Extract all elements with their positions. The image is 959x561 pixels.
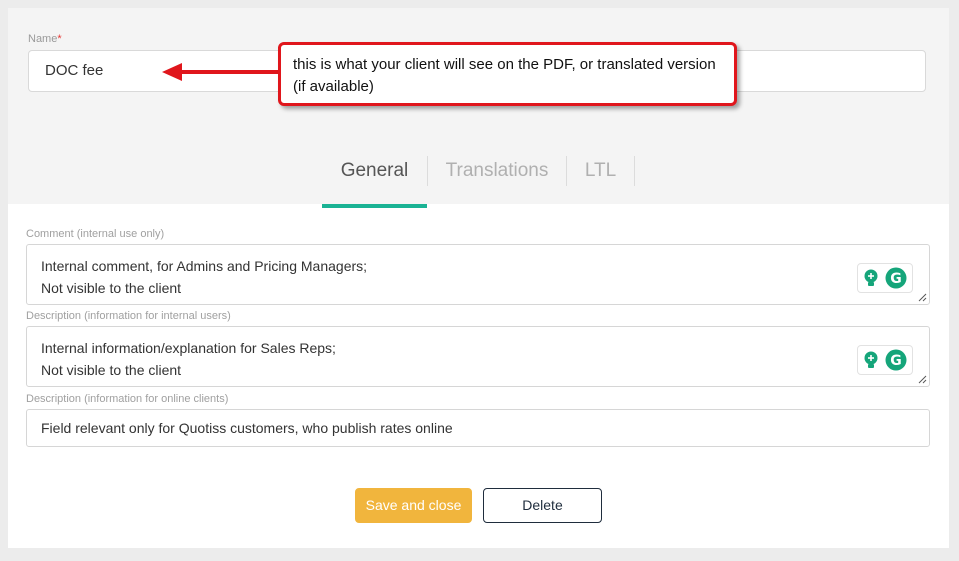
grammarly-widget[interactable]: G	[857, 263, 913, 293]
delete-button[interactable]: Delete	[483, 488, 602, 523]
tab-ltl[interactable]: LTL	[567, 154, 634, 208]
header-area: Name* DOC fee this is what your client w…	[8, 8, 949, 208]
tab-translations[interactable]: Translations	[428, 154, 566, 208]
tab-general[interactable]: General	[322, 154, 427, 208]
lightbulb-icon[interactable]	[863, 351, 879, 369]
tab-bar: General Translations LTL	[322, 154, 635, 208]
svg-text:G: G	[890, 353, 902, 369]
resize-handle-icon[interactable]	[918, 375, 927, 384]
svg-text:G: G	[890, 271, 902, 287]
annotation-callout: this is what your client will see on the…	[278, 42, 737, 106]
arrow-left-icon	[162, 63, 283, 81]
comment-textarea[interactable]: Internal comment, for Admins and Pricing…	[26, 244, 930, 305]
internal-description-line-2: Not visible to the client	[41, 362, 182, 378]
required-mark: *	[57, 33, 62, 45]
edit-fee-panel: Name* DOC fee this is what your client w…	[8, 8, 949, 548]
internal-description-line-1: Internal information/explanation for Sal…	[41, 340, 336, 356]
internal-description-label: Description (information for internal us…	[26, 310, 231, 322]
lightbulb-icon[interactable]	[863, 269, 879, 287]
internal-description-textarea[interactable]: Internal information/explanation for Sal…	[26, 326, 930, 387]
tab-divider	[634, 156, 635, 186]
name-label: Name*	[28, 33, 62, 45]
comment-label: Comment (internal use only)	[26, 228, 165, 240]
grammarly-icon[interactable]: G	[885, 267, 907, 289]
online-description-input[interactable]: Field relevant only for Quotiss customer…	[26, 409, 930, 447]
grammarly-icon[interactable]: G	[885, 349, 907, 371]
grammarly-widget[interactable]: G	[857, 345, 913, 375]
comment-line-2: Not visible to the client	[41, 280, 182, 296]
resize-handle-icon[interactable]	[918, 293, 927, 302]
comment-line-1: Internal comment, for Admins and Pricing…	[41, 258, 368, 274]
online-description-label: Description (information for online clie…	[26, 393, 229, 405]
save-and-close-button[interactable]: Save and close	[355, 488, 472, 523]
